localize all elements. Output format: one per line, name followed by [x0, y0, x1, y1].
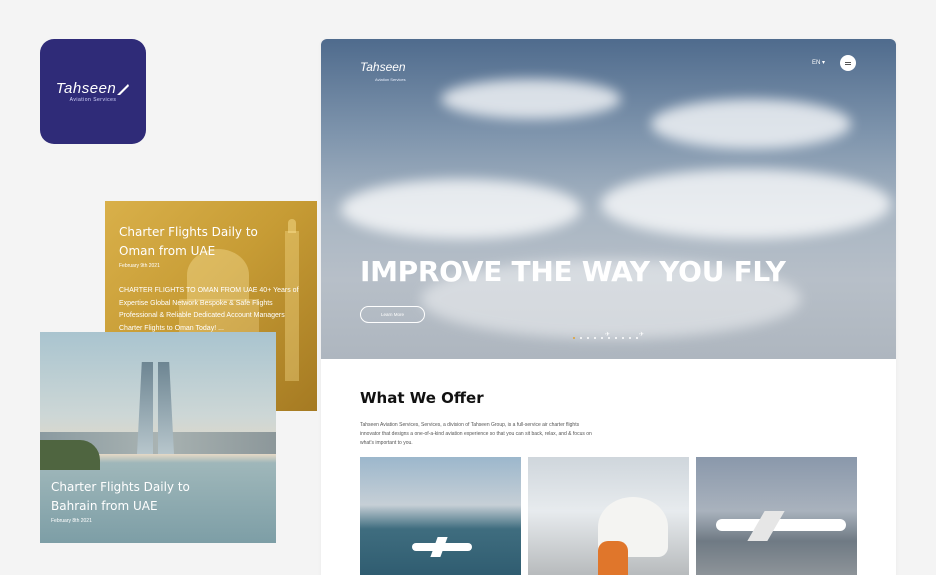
menu-button[interactable] — [840, 55, 856, 71]
site-logo-text: Tahseen — [360, 60, 406, 74]
slider-dot[interactable] — [587, 337, 589, 339]
plane-tail-icon — [117, 83, 130, 95]
brand-logo-tile: Tahseen Aviation Services — [40, 39, 146, 144]
learn-more-button[interactable]: Learn More — [360, 306, 425, 323]
cloud-image — [441, 79, 621, 119]
slider-plane-icon: ✈ — [639, 332, 645, 338]
brand-logo: Tahseen — [56, 81, 131, 96]
what-we-offer-section: What We Offer Tahseen Aviation Services,… — [321, 359, 896, 575]
hero-headline: IMPROVE THE WAY YOU FLY — [360, 255, 786, 288]
tower-left-image — [137, 362, 153, 454]
cloud-image — [651, 99, 851, 149]
trees-image — [40, 440, 100, 470]
ground-crew-image — [598, 541, 628, 575]
news-card-date: February 8th 2021 — [51, 518, 92, 524]
language-selector[interactable]: EN ▾ — [812, 59, 825, 66]
slider-dot[interactable] — [594, 337, 596, 339]
section-heading: What We Offer — [360, 389, 484, 407]
slider-dot[interactable] — [615, 337, 617, 339]
website-preview: Tahseen Aviation Services EN ▾ IMPROVE T… — [321, 39, 896, 575]
airliner-body-image — [716, 519, 846, 531]
brand-logo-text: Tahseen — [55, 79, 117, 97]
news-card-excerpt: CHARTER FLIGHTS TO OMAN FROM UAE 40+ Yea… — [119, 287, 299, 332]
slider-dot[interactable] — [622, 337, 624, 339]
section-description: Tahseen Aviation Services, Services, a d… — [360, 422, 592, 446]
hero-section: Tahseen Aviation Services EN ▾ IMPROVE T… — [321, 39, 896, 359]
cloud-image — [341, 179, 581, 239]
offer-tile-turboprop[interactable] — [528, 457, 689, 575]
news-card-title[interactable]: Charter Flights Daily to Bahrain from UA… — [51, 478, 211, 516]
hamburger-icon — [845, 61, 851, 65]
slider-plane-icon: ✈ — [605, 332, 611, 338]
cloud-image — [601, 169, 891, 239]
site-logo-subtitle: Aviation Services — [375, 77, 406, 82]
news-card-bahrain[interactable]: Charter Flights Daily to Bahrain from UA… — [40, 332, 276, 543]
site-logo[interactable]: Tahseen — [360, 60, 406, 74]
slider-dot[interactable] — [601, 337, 603, 339]
slider-dot[interactable] — [580, 337, 582, 339]
slider-dot[interactable] — [636, 337, 638, 339]
offer-tile-private-jet[interactable] — [360, 457, 521, 575]
offer-tile-airliner[interactable] — [696, 457, 857, 575]
brand-logo-subtitle: Aviation Services — [69, 96, 117, 103]
slider-dot[interactable] — [629, 337, 631, 339]
news-card-title[interactable]: Charter Flights Daily to Oman from UAE — [119, 223, 269, 261]
tower-right-image — [158, 362, 174, 454]
hero-slider-indicator[interactable]: ✈ ✈ — [573, 332, 645, 342]
chevron-down-icon: ▾ — [822, 60, 826, 66]
language-label: EN — [812, 60, 821, 66]
news-card-date: February 9th 2021 — [119, 263, 160, 269]
slider-dot[interactable] — [573, 337, 575, 339]
